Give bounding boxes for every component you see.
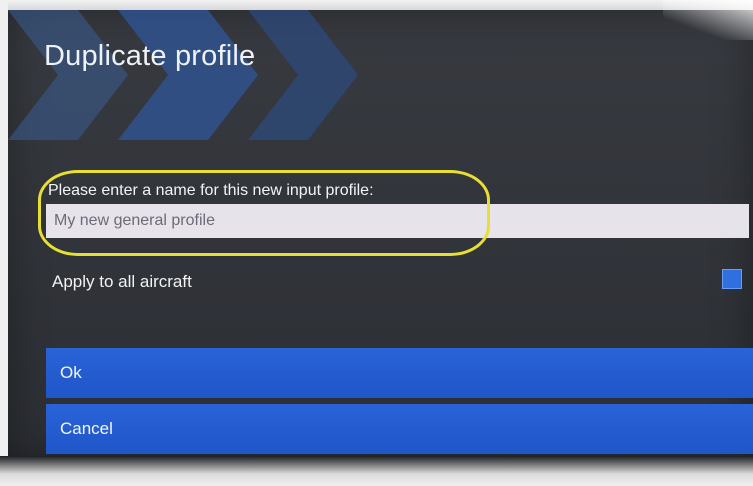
screen: Duplicate profile Please enter a name fo… bbox=[0, 0, 753, 486]
apply-to-all-aircraft-label: Apply to all aircraft bbox=[52, 272, 192, 291]
name-prompt-label: Please enter a name for this new input p… bbox=[48, 182, 374, 199]
dialog-title: Duplicate profile bbox=[44, 40, 256, 72]
photo-edge-left bbox=[0, 0, 8, 486]
photo-edge-top bbox=[0, 0, 753, 10]
duplicate-profile-dialog: Duplicate profile Please enter a name fo… bbox=[8, 10, 753, 458]
cancel-button[interactable]: Cancel bbox=[46, 404, 753, 454]
profile-name-input[interactable] bbox=[46, 204, 749, 238]
ok-button[interactable]: Ok bbox=[46, 348, 753, 398]
apply-to-all-aircraft-checkbox[interactable] bbox=[722, 269, 742, 289]
photo-edge-bottom bbox=[0, 456, 753, 486]
decorative-chevrons bbox=[8, 10, 358, 140]
